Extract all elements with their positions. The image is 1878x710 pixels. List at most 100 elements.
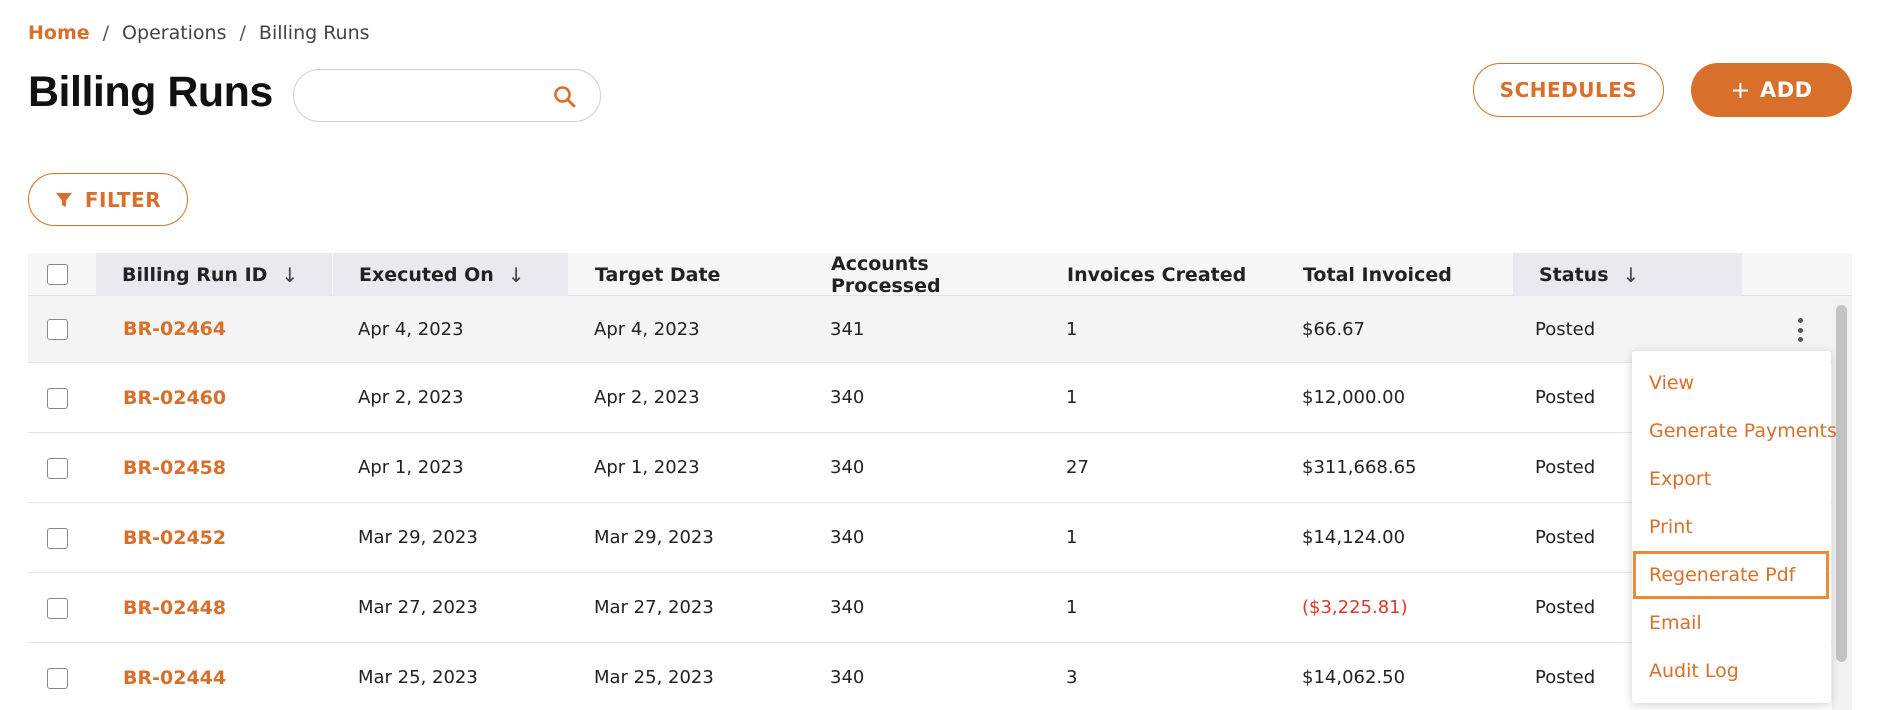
column-header-label: Status (1539, 263, 1609, 286)
row-checkbox[interactable] (47, 388, 68, 409)
sort-arrow-icon: ↓ (1622, 262, 1640, 287)
executed-on-cell: Mar 25, 2023 (358, 667, 478, 688)
row-checkbox[interactable] (47, 458, 68, 479)
accounts-processed-cell: 340 (830, 387, 865, 408)
invoices-created-cell: 1 (1066, 527, 1078, 548)
row-checkbox[interactable] (47, 528, 68, 549)
schedules-button-label: SCHEDULES (1499, 78, 1638, 102)
status-cell: Posted (1535, 387, 1596, 408)
target-date-cell: Apr 1, 2023 (594, 457, 700, 478)
menu-item-print[interactable]: Print (1632, 503, 1831, 551)
total-invoiced-cell: $12,000.00 (1302, 387, 1406, 408)
column-header-label: Accounts Processed (831, 252, 941, 297)
target-date-cell: Apr 2, 2023 (594, 387, 700, 408)
billing-run-id-link[interactable]: BR-02448 (123, 573, 226, 642)
column-header-status[interactable]: Status ↓ (1513, 253, 1742, 296)
table-row[interactable]: BR-02460 Apr 2, 2023 Apr 2, 2023 340 1 $… (28, 363, 1852, 433)
table-scrollbar-thumb[interactable] (1836, 305, 1847, 662)
search-box[interactable] (293, 69, 601, 122)
sort-arrow-icon: ↓ (507, 262, 525, 287)
status-cell: Posted (1535, 667, 1596, 688)
accounts-processed-cell: 340 (830, 527, 865, 548)
column-header-invoices-created[interactable]: Invoices Created (1041, 253, 1276, 296)
table-row[interactable]: BR-02464 Apr 4, 2023 Apr 4, 2023 341 1 $… (28, 296, 1852, 363)
menu-item-email[interactable]: Email (1632, 599, 1831, 647)
column-header-label: Total Invoiced (1303, 263, 1452, 286)
total-invoiced-cell: ($3,225.81) (1302, 597, 1408, 618)
total-invoiced-cell: $14,062.50 (1302, 667, 1406, 688)
executed-on-cell: Mar 29, 2023 (358, 527, 478, 548)
select-all-checkbox[interactable] (47, 264, 68, 285)
target-date-cell: Apr 4, 2023 (594, 318, 700, 340)
column-header-label: Executed On (359, 263, 494, 286)
breadcrumb-home-link[interactable]: Home (28, 22, 90, 44)
billing-run-id-link[interactable]: BR-02444 (123, 643, 226, 710)
row-checkbox[interactable] (47, 668, 68, 689)
column-header-label: Invoices Created (1067, 263, 1247, 286)
column-header-label: Billing Run ID (122, 263, 268, 286)
column-header-accounts-processed[interactable]: Accounts Processed (805, 252, 1040, 297)
target-date-cell: Mar 25, 2023 (594, 667, 714, 688)
column-header-label: Target Date (595, 263, 721, 286)
column-header-total-invoiced[interactable]: Total Invoiced (1277, 253, 1512, 296)
plus-icon: + (1730, 76, 1751, 104)
invoices-created-cell: 1 (1066, 318, 1078, 340)
executed-on-cell: Apr 1, 2023 (358, 457, 464, 478)
billing-run-id-link[interactable]: BR-02460 (123, 363, 226, 432)
billing-run-id-link[interactable]: BR-02458 (123, 433, 226, 502)
billing-runs-table: Billing Run ID ↓ Executed On ↓ Target Da… (28, 253, 1852, 710)
add-button-label: ADD (1759, 78, 1813, 102)
column-header-executed-on[interactable]: Executed On ↓ (333, 253, 568, 296)
filter-icon (55, 191, 73, 209)
schedules-button[interactable]: SCHEDULES (1473, 63, 1664, 117)
breadcrumb-separator: / (239, 22, 246, 44)
row-checkbox[interactable] (47, 319, 68, 340)
more-vertical-icon[interactable] (1796, 318, 1804, 342)
billing-run-id-link[interactable]: BR-02464 (123, 296, 226, 362)
search-input[interactable] (312, 80, 532, 112)
executed-on-cell: Mar 27, 2023 (358, 597, 478, 618)
total-invoiced-cell: $66.67 (1302, 318, 1365, 340)
status-cell: Posted (1535, 318, 1596, 340)
status-cell: Posted (1535, 527, 1596, 548)
table-header: Billing Run ID ↓ Executed On ↓ Target Da… (28, 252, 1852, 297)
table-row[interactable]: BR-02458 Apr 1, 2023 Apr 1, 2023 340 27 … (28, 433, 1852, 503)
invoices-created-cell: 1 (1066, 597, 1078, 618)
target-date-cell: Mar 29, 2023 (594, 527, 714, 548)
table-row[interactable]: BR-02452 Mar 29, 2023 Mar 29, 2023 340 1… (28, 503, 1852, 573)
accounts-processed-cell: 340 (830, 597, 865, 618)
invoices-created-cell: 3 (1066, 667, 1078, 688)
row-actions-menu: View Generate Payments Export Print Rege… (1632, 351, 1837, 703)
filter-button-label: FILTER (84, 187, 162, 212)
menu-item-export[interactable]: Export (1632, 455, 1831, 503)
total-invoiced-cell: $311,668.65 (1302, 457, 1417, 478)
accounts-processed-cell: 340 (830, 457, 865, 478)
executed-on-cell: Apr 4, 2023 (358, 318, 464, 340)
table-row[interactable]: BR-02444 Mar 25, 2023 Mar 25, 2023 340 3… (28, 643, 1852, 710)
add-button[interactable]: + ADD (1691, 63, 1852, 117)
accounts-processed-cell: 341 (830, 318, 865, 340)
page-title: Billing Runs (28, 68, 273, 116)
sort-arrow-icon: ↓ (281, 262, 299, 287)
invoices-created-cell: 1 (1066, 387, 1078, 408)
breadcrumb-separator: / (102, 22, 110, 44)
menu-item-audit-log[interactable]: Audit Log (1632, 647, 1831, 695)
table-row[interactable]: BR-02448 Mar 27, 2023 Mar 27, 2023 340 1… (28, 573, 1852, 643)
filter-button[interactable]: FILTER (28, 173, 188, 226)
column-header-target-date[interactable]: Target Date (569, 253, 804, 296)
column-header-billing-run-id[interactable]: Billing Run ID ↓ (96, 253, 332, 296)
accounts-processed-cell: 340 (830, 667, 865, 688)
executed-on-cell: Apr 2, 2023 (358, 387, 464, 408)
breadcrumb-item-billing-runs: Billing Runs (258, 22, 370, 44)
billing-run-id-link[interactable]: BR-02452 (123, 503, 226, 572)
menu-item-generate-payments[interactable]: Generate Payments (1632, 407, 1837, 455)
status-cell: Posted (1535, 457, 1596, 478)
invoices-created-cell: 27 (1066, 457, 1089, 478)
menu-item-view[interactable]: View (1632, 359, 1831, 407)
search-icon[interactable] (552, 84, 578, 110)
menu-item-regenerate-pdf[interactable]: Regenerate Pdf (1633, 551, 1829, 599)
row-checkbox[interactable] (47, 598, 68, 619)
breadcrumb-item-operations[interactable]: Operations (122, 22, 226, 44)
status-cell: Posted (1535, 597, 1596, 618)
breadcrumb: Home / Operations / Billing Runs (28, 22, 370, 44)
